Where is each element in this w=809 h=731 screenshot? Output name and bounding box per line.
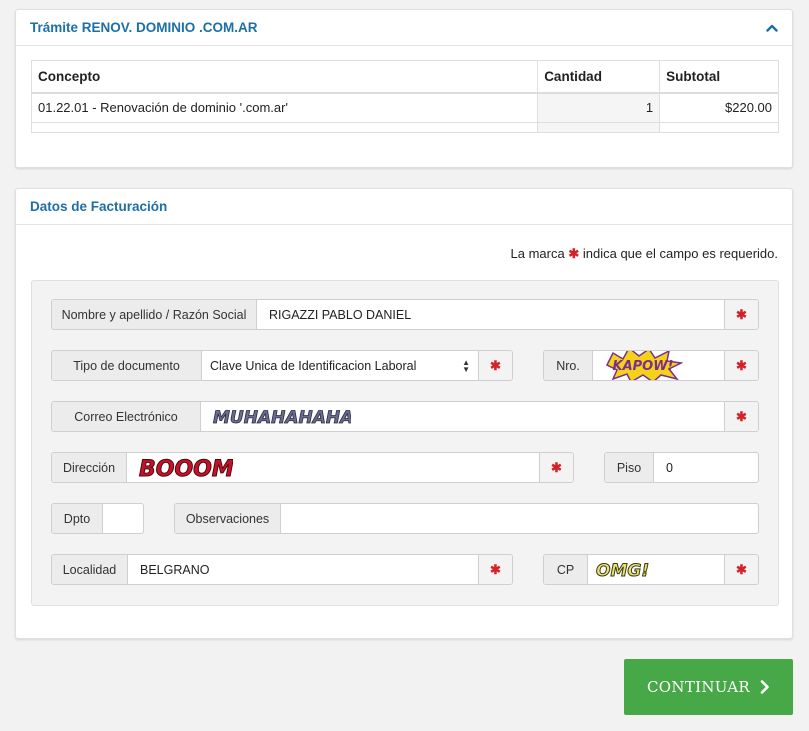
required-note: La marca ✱ indica que el campo es requer…: [510, 246, 778, 261]
facturacion-panel-header: Datos de Facturación: [16, 189, 792, 225]
svg-text:KAPOW!: KAPOW!: [613, 359, 674, 374]
dpto-label: Dpto: [52, 504, 103, 533]
facturacion-panel: Datos de Facturación La marca ✱ indica q…: [15, 188, 793, 639]
piso-label: Piso: [605, 453, 654, 482]
direccion-label: Dirección: [52, 453, 127, 482]
table-empty-row: [31, 122, 779, 133]
correo-label: Correo Electrónico: [52, 402, 201, 431]
required-asterisk-icon: ✱: [539, 453, 573, 482]
required-asterisk-icon: ✱: [478, 555, 512, 584]
nombre-label: Nombre y apellido / Razón Social: [52, 300, 257, 329]
svg-text:OMG!: OMG!: [596, 561, 649, 581]
tipo-documento-value: Clave Unica de Identificacion Laboral: [210, 358, 417, 373]
observaciones-field[interactable]: Observaciones: [174, 503, 759, 534]
piso-input[interactable]: 0: [654, 453, 758, 482]
localidad-label: Localidad: [52, 555, 128, 584]
continue-label: CONTINUAR: [647, 678, 750, 696]
column-header-concepto: Concepto: [31, 60, 539, 94]
booom-sticker: BOOOM: [139, 457, 234, 483]
facturacion-title: Datos de Facturación: [30, 199, 168, 214]
column-header-cantidad: Cantidad: [537, 60, 661, 94]
observaciones-input[interactable]: [281, 504, 758, 533]
dpto-input[interactable]: [103, 504, 143, 533]
tipo-documento-select[interactable]: Clave Unica de Identificacion Laboral ▲ ▼: [202, 351, 478, 380]
correo-field[interactable]: Correo Electrónico MUHAHAHAHA ✱: [51, 401, 759, 432]
kapow-sticker: KAPOW!: [605, 351, 683, 380]
nombre-field[interactable]: Nombre y apellido / Razón Social RIGAZZI…: [51, 299, 759, 330]
required-asterisk-icon: ✱: [478, 351, 512, 380]
muhahaha-sticker: MUHAHAHAHA: [213, 408, 351, 429]
required-mark-icon: ✱: [568, 246, 580, 261]
select-arrows-icon: ▲ ▼: [462, 357, 470, 374]
tramite-title: Trámite RENOV. DOMINIO .COM.AR: [30, 20, 258, 35]
table-header-row: Concepto Cantidad Subtotal: [31, 60, 779, 94]
observaciones-label: Observaciones: [175, 504, 281, 533]
required-asterisk-icon: ✱: [724, 300, 758, 329]
required-asterisk-icon: ✱: [724, 351, 758, 380]
nombre-input[interactable]: RIGAZZI PABLO DANIEL: [257, 300, 724, 329]
continue-button[interactable]: CONTINUAR: [624, 659, 793, 715]
nro-input[interactable]: KAPOW!: [593, 351, 724, 380]
cp-label: CP: [544, 555, 588, 584]
correo-input[interactable]: MUHAHAHAHA: [201, 402, 724, 431]
required-asterisk-icon: ✱: [724, 555, 758, 584]
localidad-input[interactable]: BELGRANO: [128, 555, 478, 584]
localidad-field[interactable]: Localidad BELGRANO ✱: [51, 554, 513, 585]
nro-field[interactable]: Nro. KAPOW! ✱: [543, 350, 759, 381]
nro-label: Nro.: [544, 351, 593, 380]
tipo-documento-field[interactable]: Tipo de documento Clave Unica de Identif…: [51, 350, 513, 381]
tramite-panel-header[interactable]: Trámite RENOV. DOMINIO .COM.AR: [16, 10, 792, 46]
tramite-panel: Trámite RENOV. DOMINIO .COM.AR Concepto …: [15, 9, 793, 168]
column-header-subtotal: Subtotal: [659, 60, 779, 94]
billing-form: Nombre y apellido / Razón Social RIGAZZI…: [31, 280, 779, 606]
svg-text:BOOOM: BOOOM: [139, 457, 233, 482]
cell-cantidad: 1: [537, 92, 661, 123]
cp-field[interactable]: CP OMG! ✱: [543, 554, 759, 585]
tipo-documento-label: Tipo de documento: [52, 351, 202, 380]
omg-sticker: OMG!: [596, 561, 650, 582]
chevron-right-icon: [760, 680, 769, 694]
chevron-up-icon[interactable]: [766, 22, 778, 34]
required-asterisk-icon: ✱: [724, 402, 758, 431]
concepts-table: Concepto Cantidad Subtotal 01.22.01 - Re…: [31, 60, 779, 133]
direccion-field[interactable]: Dirección BOOOM ✱: [51, 452, 574, 483]
table-row: 01.22.01 - Renovación de dominio '.com.a…: [31, 92, 779, 123]
cell-concepto: 01.22.01 - Renovación de dominio '.com.a…: [31, 92, 539, 123]
dpto-field[interactable]: Dpto: [51, 503, 144, 534]
svg-text:MUHAHAHAHA: MUHAHAHAHA: [213, 408, 351, 428]
cell-subtotal: $220.00: [659, 92, 779, 123]
piso-field[interactable]: Piso 0: [604, 452, 759, 483]
cp-input[interactable]: OMG!: [588, 555, 724, 584]
direccion-input[interactable]: BOOOM: [127, 453, 539, 483]
